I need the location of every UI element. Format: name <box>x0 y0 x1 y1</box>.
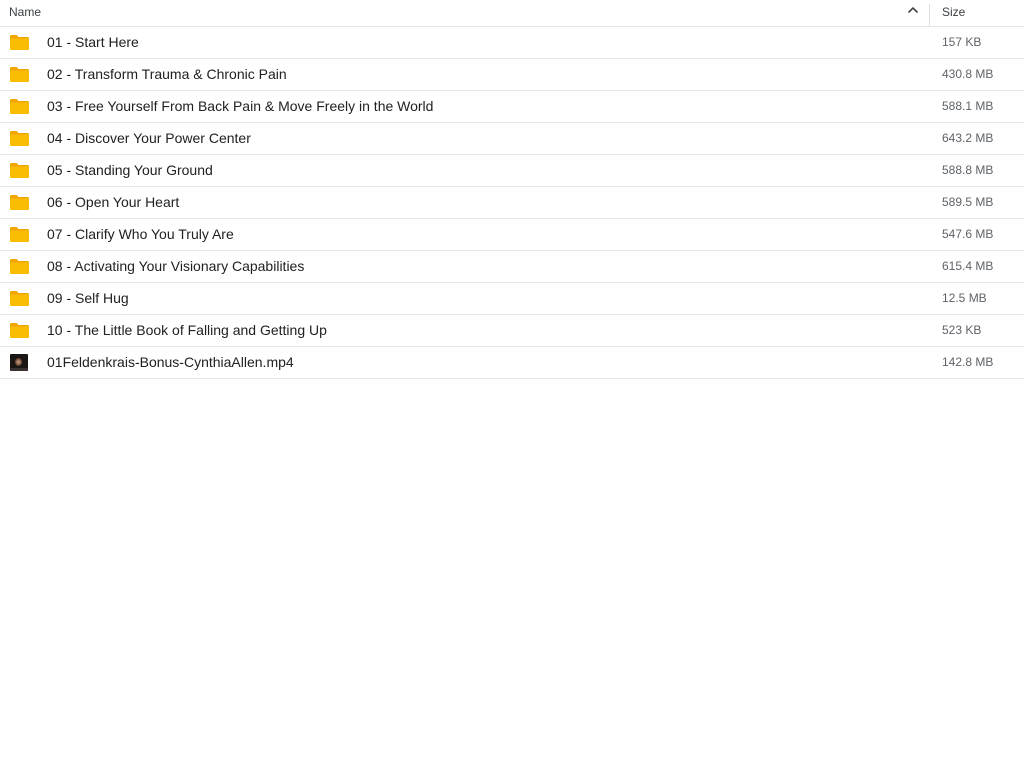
column-divider[interactable] <box>929 4 930 26</box>
item-name: 10 - The Little Book of Falling and Gett… <box>47 322 327 338</box>
folder-icon <box>10 35 29 50</box>
folder-icon <box>10 227 29 242</box>
folder-icon <box>10 163 29 178</box>
item-name: 08 - Activating Your Visionary Capabilit… <box>47 258 305 274</box>
item-name: 01 - Start Here <box>47 34 139 50</box>
folder-icon <box>10 323 29 338</box>
folder-icon <box>10 259 29 274</box>
video-thumbnail-icon <box>10 354 28 371</box>
folder-row[interactable]: 03 - Free Yourself From Back Pain & Move… <box>0 91 1024 123</box>
item-size: 142.8 MB <box>942 355 994 369</box>
folder-icon <box>10 67 29 82</box>
file-row[interactable]: 01Feldenkrais-Bonus-CynthiaAllen.mp4 142.… <box>0 347 1024 379</box>
folder-icon <box>10 131 29 146</box>
item-size: 615.4 MB <box>942 259 994 273</box>
item-name: 06 - Open Your Heart <box>47 194 180 210</box>
item-name: 09 - Self Hug <box>47 290 129 306</box>
folder-row[interactable]: 02 - Transform Trauma & Chronic Pain 430.… <box>0 59 1024 91</box>
item-name: 04 - Discover Your Power Center <box>47 130 251 146</box>
item-size: 588.8 MB <box>942 163 994 177</box>
item-name: 07 - Clarify Who You Truly Are <box>47 226 234 242</box>
folder-row[interactable]: 05 - Standing Your Ground 588.8 MB <box>0 155 1024 187</box>
folder-icon <box>10 291 29 306</box>
item-size: 12.5 MB <box>942 291 987 305</box>
folder-row[interactable]: 07 - Clarify Who You Truly Are 547.6 MB <box>0 219 1024 251</box>
folder-row[interactable]: 06 - Open Your Heart 589.5 MB <box>0 187 1024 219</box>
item-name: 03 - Free Yourself From Back Pain & Move… <box>47 98 434 114</box>
item-size: 643.2 MB <box>942 131 994 145</box>
folder-icon <box>10 195 29 210</box>
item-size: 588.1 MB <box>942 99 994 113</box>
item-size: 547.6 MB <box>942 227 994 241</box>
name-column-header[interactable]: Name <box>9 5 41 19</box>
folder-row[interactable]: 01 - Start Here 157 KB <box>0 27 1024 59</box>
folder-row[interactable]: 04 - Discover Your Power Center 643.2 MB <box>0 123 1024 155</box>
item-size: 589.5 MB <box>942 195 994 209</box>
chevron-up-icon[interactable] <box>905 2 921 18</box>
item-size: 430.8 MB <box>942 67 994 81</box>
folder-icon <box>10 99 29 114</box>
item-size: 523 KB <box>942 323 982 337</box>
folder-row[interactable]: 09 - Self Hug 12.5 MB <box>0 283 1024 315</box>
item-name: 01Feldenkrais-Bonus-CynthiaAllen.mp4 <box>47 354 294 370</box>
item-name: 02 - Transform Trauma & Chronic Pain <box>47 66 287 82</box>
column-header-row: Name Size <box>0 0 1024 27</box>
item-size: 157 KB <box>942 35 982 49</box>
file-rows: 01 - Start Here 157 KB 02 - Transform Trau… <box>0 27 1024 379</box>
folder-row[interactable]: 10 - The Little Book of Falling and Gett… <box>0 315 1024 347</box>
size-column-header[interactable]: Size <box>942 5 965 19</box>
file-list: Name Size 01 - Start Here 157 KB 02 - Tran… <box>0 0 1024 768</box>
item-name: 05 - Standing Your Ground <box>47 162 213 178</box>
folder-row[interactable]: 08 - Activating Your Visionary Capabilit… <box>0 251 1024 283</box>
